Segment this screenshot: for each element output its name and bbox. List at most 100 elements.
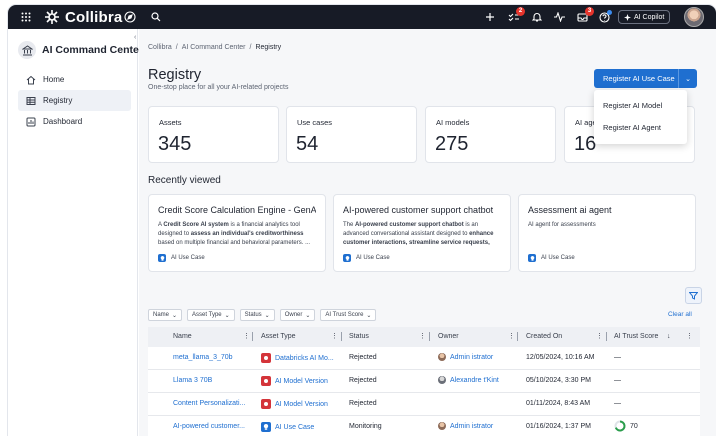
top-bar: Collibra 2 3 AI Copilot — [8, 5, 716, 29]
column-menu-icon[interactable]: ⋮ — [508, 332, 515, 340]
asset-type-label: AI Use Case — [171, 255, 205, 261]
column-divider[interactable] — [606, 332, 607, 341]
sidebar-item-dashboard[interactable]: Dashboard — [18, 111, 131, 132]
stat-value: 16 — [574, 133, 597, 155]
stat-card-assets[interactable]: Assets 345 — [148, 106, 279, 163]
table-icon — [26, 96, 36, 105]
sort-down-icon[interactable]: ↓ — [667, 333, 671, 340]
chart-icon — [26, 117, 36, 126]
recent-card-title: Credit Score Calculation Engine - GenAI — [158, 205, 316, 215]
table-row[interactable]: AI-powered customer... AI Use Case Monit… — [148, 416, 700, 436]
filter-chips: Name ⌄ Asset Type ⌄ Status ⌄ Owner ⌄ AI Trus… — [148, 309, 377, 321]
collibra-logo[interactable]: Collibra — [44, 8, 122, 26]
trust-score-cell: — — [614, 400, 621, 407]
plus-icon[interactable] — [485, 12, 495, 22]
recent-card[interactable]: AI-powered customer support chatbot The … — [333, 194, 511, 272]
table-row[interactable]: Content Personalizati... AI Model Versio… — [148, 393, 700, 416]
column-menu-icon[interactable]: ⋮ — [243, 332, 250, 340]
filter-icon[interactable] — [685, 287, 702, 304]
asset-type-cell: AI Model Version — [261, 399, 328, 409]
recent-card[interactable]: Assessment ai agent AI agent for assessm… — [518, 194, 696, 272]
asset-type-link[interactable]: AI Use Case — [275, 424, 314, 431]
column-divider[interactable] — [517, 332, 518, 341]
column-header-name[interactable]: Name — [173, 333, 192, 340]
filter-chip-owner[interactable]: Owner ⌄ — [279, 309, 316, 321]
column-menu-icon[interactable]: ⋮ — [596, 332, 603, 340]
tasks-icon[interactable]: 2 — [508, 7, 525, 22]
activity-icon[interactable] — [554, 12, 565, 22]
inbox-icon[interactable]: 3 — [577, 7, 594, 22]
chevron-down-icon[interactable]: ⌄ — [679, 75, 697, 83]
asset-type-cell: Databricks AI Mo... — [261, 353, 334, 363]
sidebar-item-home[interactable]: Home — [18, 69, 131, 90]
compass-icon[interactable] — [124, 11, 136, 23]
bell-icon[interactable] — [532, 12, 542, 22]
chevron-down-icon: ⌄ — [172, 312, 178, 319]
created-on-cell: 01/16/2024, 1:37 PM — [526, 423, 591, 430]
stat-card-use-cases[interactable]: Use cases 54 — [286, 106, 417, 163]
menu-item-register-ai-agent[interactable]: Register AI Agent — [594, 117, 687, 139]
column-menu-icon[interactable]: ⋮ — [419, 332, 426, 340]
help-icon[interactable] — [599, 10, 612, 23]
column-divider[interactable] — [252, 332, 253, 341]
owner-link[interactable]: Alexandre t'Kint — [450, 377, 499, 384]
column-header-owner[interactable]: Owner — [438, 333, 459, 340]
stat-title: Use cases — [297, 118, 333, 127]
table-row[interactable]: Llama 3 70B AI Model Version Rejected Al… — [148, 370, 700, 393]
sidebar-item-registry[interactable]: Registry — [18, 90, 131, 111]
filter-chip-name[interactable]: Name ⌄ — [148, 309, 183, 321]
breadcrumb: Collibra / AI Command Center / Registry — [148, 44, 281, 51]
registry-table: Name ⋮ Asset Type ⋮ Status ⋮ Owner ⋮ Cre… — [148, 327, 700, 436]
asset-type-label: AI Use Case — [356, 255, 390, 261]
use-case-icon — [528, 254, 536, 262]
column-menu-icon[interactable]: ⋮ — [686, 332, 693, 340]
filter-chip-status[interactable]: Status ⌄ — [239, 309, 275, 321]
stat-card-ai-models[interactable]: AI models 275 — [425, 106, 556, 163]
menu-item-register-ai-model[interactable]: Register AI Model — [594, 95, 687, 117]
stat-value: 345 — [158, 133, 192, 155]
column-header-status[interactable]: Status — [349, 333, 369, 340]
column-header-trust-score[interactable]: AI Trust Score — [614, 333, 658, 340]
chevron-down-icon: ⌄ — [305, 312, 311, 319]
asset-type-link[interactable]: AI Model Version — [275, 378, 328, 385]
asset-type-label: AI Use Case — [541, 255, 575, 261]
asset-type-link[interactable]: Databricks AI Mo... — [275, 355, 334, 362]
breadcrumb-current: Registry — [255, 44, 282, 51]
stat-title: Assets — [159, 118, 182, 127]
user-avatar[interactable] — [684, 7, 704, 27]
filter-chip-asset-type[interactable]: Asset Type ⌄ — [187, 309, 235, 321]
asset-type-tag: AI Use Case — [343, 254, 390, 262]
column-header-asset-type[interactable]: Asset Type — [261, 333, 296, 340]
filter-chip-trust-score[interactable]: AI Trust Score ⌄ — [320, 309, 377, 321]
column-divider[interactable] — [341, 332, 342, 341]
recent-card-title: Assessment ai agent — [528, 205, 612, 215]
asset-name-link[interactable]: AI-powered customer... — [173, 423, 245, 430]
asset-name-link[interactable]: Content Personalizati... — [173, 400, 245, 407]
search-icon[interactable] — [151, 12, 161, 22]
sidebar-collapse-icon[interactable]: ‹ — [134, 34, 136, 41]
clear-all-link[interactable]: Clear all — [668, 311, 692, 318]
breadcrumb-ai-command-center[interactable]: AI Command Center — [182, 44, 246, 51]
app-grid-icon[interactable] — [21, 12, 31, 22]
trust-score-ring-icon — [614, 420, 626, 432]
trust-score-cell: — — [614, 377, 621, 384]
column-header-created-on[interactable]: Created On — [526, 333, 562, 340]
register-ai-use-case-button[interactable]: Register AI Use Case ⌄ — [594, 69, 697, 88]
asset-type-link[interactable]: AI Model Version — [275, 401, 328, 408]
status-cell: Rejected — [349, 377, 377, 384]
ai-copilot-button[interactable]: AI Copilot — [618, 10, 671, 24]
table-row[interactable]: meta_llama_3_70b Databricks AI Mo... Rej… — [148, 347, 700, 370]
asset-name-link[interactable]: Llama 3 70B — [173, 377, 212, 384]
column-menu-icon[interactable]: ⋮ — [331, 332, 338, 340]
help-dot — [607, 10, 612, 15]
owner-link[interactable]: Admin istrator — [450, 423, 493, 430]
owner-link[interactable]: Admin istrator — [450, 354, 493, 361]
stat-title: AI models — [436, 118, 470, 127]
column-divider[interactable] — [429, 332, 430, 341]
recent-card[interactable]: Credit Score Calculation Engine - GenAI … — [148, 194, 326, 272]
recent-card-title: AI-powered customer support chatbot — [343, 205, 494, 215]
breadcrumb-collibra[interactable]: Collibra — [148, 44, 172, 51]
recent-card-description: The AI-powered customer support chatbot … — [343, 222, 494, 246]
asset-name-link[interactable]: meta_llama_3_70b — [173, 354, 233, 361]
ai-copilot-label: AI Copilot — [634, 13, 665, 21]
